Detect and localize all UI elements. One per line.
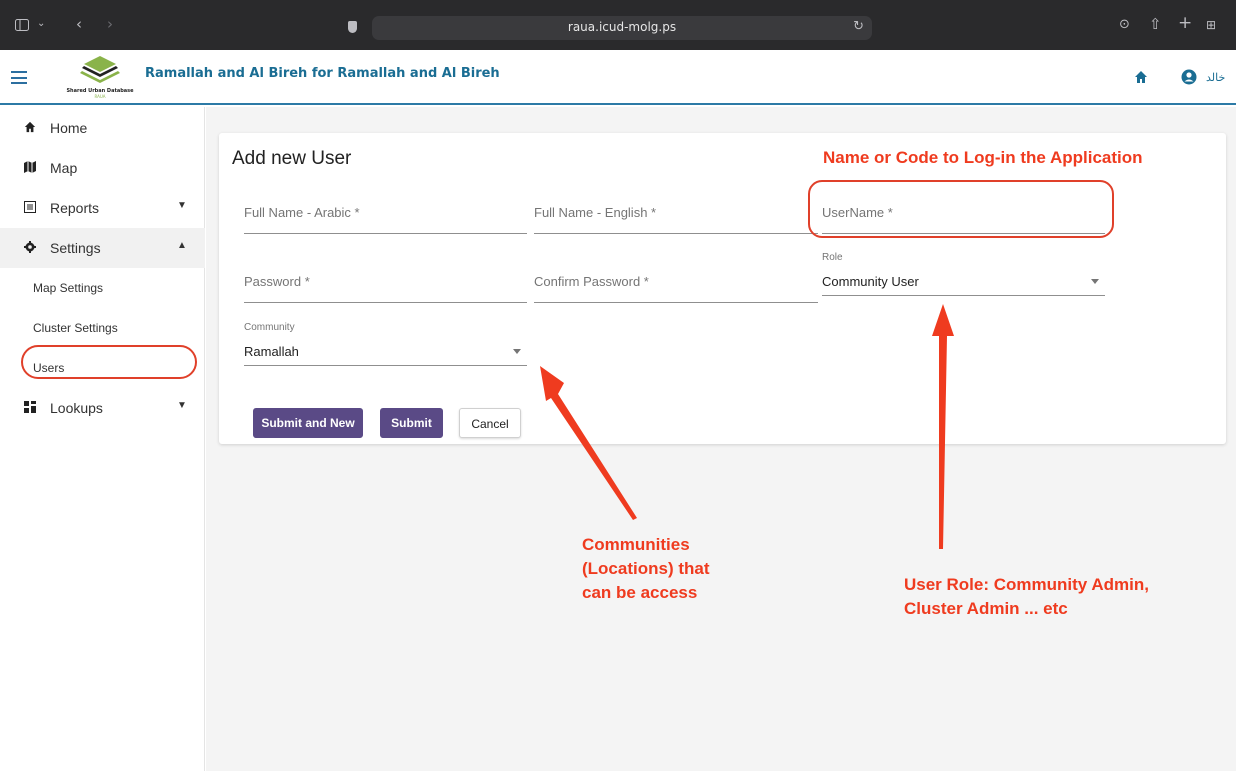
arrow-to-community [540, 366, 637, 520]
annotation-arrows [540, 304, 954, 549]
arrow-to-role [932, 304, 954, 549]
